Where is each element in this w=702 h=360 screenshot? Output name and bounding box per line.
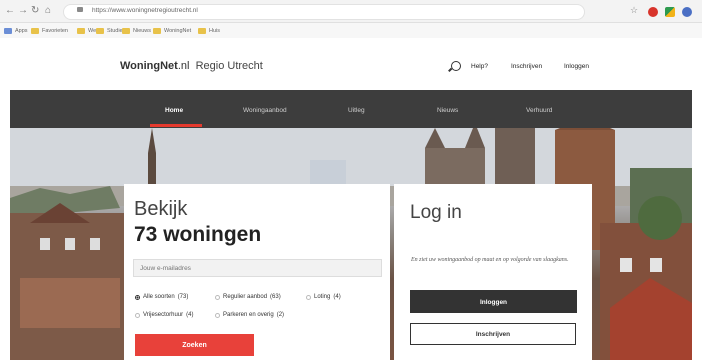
bookmark-favorieten[interactable]: Favorieten [31,27,68,35]
filter-vrijesectorhuur[interactable]: Vrijesectorhuur (4) [135,311,193,320]
login-link[interactable]: Inloggen [564,62,589,72]
home-icon[interactable]: ⌂ [45,5,51,17]
forward-icon[interactable]: → [18,5,28,17]
lock-icon [77,7,83,12]
radio-icon [215,313,220,318]
filter-parkeren-en-overig[interactable]: Parkeren en overig (2) [215,311,284,320]
brand-suffix: .nl [177,60,190,72]
reload-icon[interactable]: ↻ [31,5,39,17]
radio-icon [306,295,311,300]
filter-regulier-aanbod[interactable]: Regulier aanbod (63) [215,293,281,302]
radio-icon [215,295,220,300]
apps-icon [4,28,12,34]
site-header [0,38,702,90]
nav-verhuurd[interactable]: Verhuurd [526,106,552,116]
star-icon[interactable]: ☆ [630,4,638,16]
nav-nieuws[interactable]: Nieuws [437,106,458,116]
profile-icon[interactable] [682,7,692,17]
bookmark-apps[interactable]: Apps [4,27,28,35]
radio-icon [135,313,140,318]
brand-name: WoningNet [120,60,178,72]
extension-red-icon[interactable] [648,7,658,17]
search-submit-button[interactable]: Zoeken [135,334,254,356]
search-icon[interactable] [451,61,461,71]
login-card-title: Log in [410,202,462,223]
search-card-heading: Bekijk [134,198,188,220]
bookmark-woningnet[interactable]: WoningNet [153,27,191,35]
extension-office-icon[interactable] [665,7,675,17]
register-button[interactable]: Inschrijven [410,323,576,345]
address-text[interactable]: https://www.woningnetregioutrecht.nl [92,5,198,17]
brand-region: Regio Utrecht [195,60,263,72]
folder-icon [198,28,206,34]
folder-icon [96,28,104,34]
listing-count: 73 woningen [134,223,262,246]
bookmark-studie[interactable]: Studie [96,27,123,35]
nav-woningaanbod[interactable]: Woningaanbod [243,106,287,116]
filter-loting[interactable]: Loting (4) [306,293,341,302]
folder-icon [77,28,85,34]
help-link[interactable]: Help? [471,62,488,72]
login-button[interactable]: Inloggen [410,290,577,313]
radio-selected-icon [135,295,140,300]
active-nav-indicator [150,124,202,127]
filter-alle-soorten[interactable]: Alle soorten (73) [135,293,188,302]
back-icon[interactable]: ← [5,5,15,17]
bookmark-nieuws[interactable]: Nieuws [122,27,151,35]
site-logo[interactable]: WoningNet.nl Regio Utrecht [120,59,263,73]
folder-icon [31,28,39,34]
nav-home[interactable]: Home [165,106,183,116]
nav-uitleg[interactable]: Uitleg [348,106,365,116]
folder-icon [122,28,130,34]
folder-icon [153,28,161,34]
login-description: En ziet uw woningaanbod op maat en op vo… [411,257,569,263]
register-link[interactable]: Inschrijven [511,62,542,72]
email-input[interactable] [133,259,382,277]
bookmark-huis[interactable]: Huis [198,27,220,35]
